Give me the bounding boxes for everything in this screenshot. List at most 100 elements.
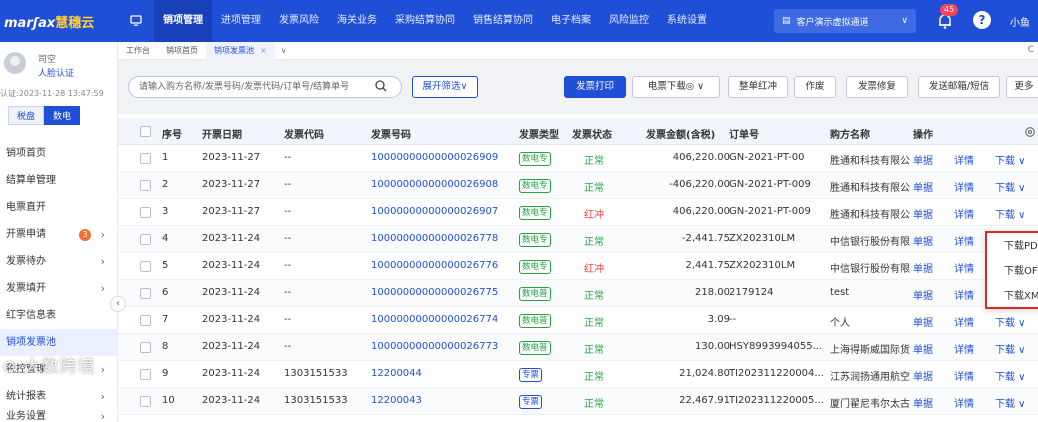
table-row[interactable]: 9 2023-11-24 1303151533 12200044 专票 正常 21,024.… [118, 361, 1038, 388]
table-row[interactable]: 5 2023-11-24 -- 10000000000000026776 数电专 红冲 2,… [118, 253, 1038, 280]
nav-system-settings[interactable]: 系统设置 [658, 0, 716, 42]
sidebar-item-reports[interactable]: 统计报表 › [0, 383, 117, 410]
nav-invoice-risk[interactable]: 发票风险 [270, 0, 328, 42]
row-checkbox[interactable] [140, 234, 151, 245]
row-checkbox[interactable] [140, 342, 151, 353]
invoice-number[interactable]: 10000000000000026776 [371, 260, 498, 271]
nav-risk-monitor[interactable]: 风险监控 [600, 0, 658, 42]
detail-link[interactable]: 详情 [954, 341, 974, 356]
void-button[interactable]: 作废 [794, 76, 836, 98]
invoice-number[interactable]: 10000000000000026774 [371, 314, 498, 325]
nav-purchase-settlement[interactable]: 采购结算协同 [386, 0, 464, 42]
voucher-link[interactable]: 单据 [913, 368, 933, 383]
nav-e-archive[interactable]: 电子档案 [542, 0, 600, 42]
sidebar-item-direct-issue[interactable]: 电票直开 [0, 194, 117, 221]
invoice-number[interactable]: 10000000000000026775 [371, 287, 498, 298]
voucher-link[interactable]: 单据 [913, 233, 933, 248]
tab-invoice-pool[interactable]: 销项发票池 × [206, 41, 275, 60]
detail-link[interactable]: 详情 [954, 395, 974, 410]
sidebar-item-fill[interactable]: 发票填开 › [0, 275, 117, 302]
detail-link[interactable]: 详情 [954, 206, 974, 221]
invoice-number[interactable]: 10000000000000026773 [371, 341, 498, 352]
detail-link[interactable]: 详情 [954, 179, 974, 194]
nav-sales-settlement[interactable]: 销售结算协同 [464, 0, 542, 42]
voucher-link[interactable]: 单据 [913, 152, 933, 167]
voucher-link[interactable]: 单据 [913, 341, 933, 356]
tabs-more-icon[interactable]: ∨ [275, 46, 293, 55]
table-row[interactable]: 6 2023-11-24 -- 10000000000000026775 数电普 正常 21… [118, 280, 1038, 307]
download-link[interactable]: 下载 ∨ [995, 314, 1026, 329]
row-checkbox[interactable] [140, 369, 151, 380]
tag-digital[interactable]: 数电 [44, 106, 81, 125]
voucher-link[interactable]: 单据 [913, 179, 933, 194]
invoice-number[interactable]: 12200043 [371, 395, 422, 406]
full-red-reverse-button[interactable]: 整单红冲 [728, 76, 788, 98]
invoice-number[interactable]: 10000000000000026778 [371, 233, 498, 244]
invoice-number[interactable]: 12200044 [371, 368, 422, 379]
download-ofd-option[interactable]: 下载OFD [987, 261, 1038, 283]
sidebar-collapse-button[interactable]: ‹ [110, 296, 126, 312]
company-select[interactable]: ▤ 客户演示虚拟通道 ∨ [774, 9, 916, 33]
search-input[interactable]: 请输入购方名称/发票号码/发票代码/订单号/结算单号 [128, 76, 402, 98]
row-checkbox[interactable] [140, 207, 151, 218]
search-icon[interactable] [374, 79, 388, 93]
more-button[interactable]: 更多 [1006, 76, 1038, 98]
detail-link[interactable]: 详情 [954, 287, 974, 302]
voucher-link[interactable]: 单据 [913, 206, 933, 221]
download-e-invoice-button[interactable]: 电票下载◎ ∨ [632, 76, 720, 98]
download-link[interactable]: 下载 ∨ [995, 206, 1026, 221]
nav-sales-management[interactable]: 销项管理 [154, 0, 212, 42]
detail-link[interactable]: 详情 [954, 314, 974, 329]
tab-workbench[interactable]: 工作台 [118, 42, 158, 60]
download-link[interactable]: 下载 ∨ [995, 341, 1026, 356]
sidebar-item-red-info[interactable]: 红字信息表 [0, 302, 117, 329]
row-checkbox[interactable] [140, 153, 151, 164]
download-link[interactable]: 下载 ∨ [995, 152, 1026, 167]
invoice-number[interactable]: 10000000000000026909 [371, 152, 498, 163]
invoice-number[interactable]: 10000000000000026908 [371, 179, 498, 190]
sidebar-item-sales-home[interactable]: 销项首页 [0, 140, 117, 167]
sidebar-item-apply[interactable]: 开票申请 3 › [0, 221, 117, 248]
expand-filter-button[interactable]: 展开筛选∨ [412, 76, 478, 98]
row-checkbox[interactable] [140, 288, 151, 299]
close-icon[interactable]: × [260, 46, 267, 55]
refresh-icon[interactable]: C [1028, 45, 1034, 55]
download-link[interactable]: 下载 ∨ [995, 179, 1026, 194]
detail-link[interactable]: 详情 [954, 368, 974, 383]
voucher-link[interactable]: 单据 [913, 260, 933, 275]
select-all-checkbox[interactable] [140, 126, 151, 137]
nav-input-management[interactable]: 进项管理 [212, 0, 270, 42]
voucher-link[interactable]: 单据 [913, 395, 933, 410]
tag-tax-disk[interactable]: 税盘 [8, 106, 45, 125]
invoice-number[interactable]: 10000000000000026907 [371, 206, 498, 217]
help-icon[interactable]: ? [973, 11, 991, 29]
voucher-link[interactable]: 单据 [913, 287, 933, 302]
table-row[interactable]: 1 2023-11-27 -- 10000000000000026909 数电专 正常 40… [118, 145, 1038, 172]
row-checkbox[interactable] [140, 396, 151, 407]
download-pdf-option[interactable]: 下载PDF [987, 236, 1038, 258]
sidebar-item-settlement[interactable]: 结算单管理 [0, 167, 117, 194]
voucher-link[interactable]: 单据 [913, 314, 933, 329]
download-link[interactable]: 下载 ∨ [995, 368, 1026, 383]
sidebar-item-biz-settings[interactable]: 业务设置 › [0, 410, 117, 422]
detail-link[interactable]: 详情 [954, 233, 974, 248]
print-invoice-button[interactable]: 发票打印 [564, 76, 626, 98]
detail-link[interactable]: 详情 [954, 152, 974, 167]
row-checkbox[interactable] [140, 315, 151, 326]
download-xml-option[interactable]: 下载XML [987, 286, 1038, 308]
detail-link[interactable]: 详情 [954, 260, 974, 275]
row-checkbox[interactable] [140, 180, 151, 191]
face-auth-link[interactable]: 人脸认证 [38, 66, 74, 79]
table-row[interactable]: 2 2023-11-27 -- 10000000000000026908 数电专 正常 -4… [118, 172, 1038, 199]
nav-customs[interactable]: 海关业务 [328, 0, 386, 42]
tab-sales-home[interactable]: 销项首页 [158, 42, 206, 60]
sidebar-item-pending[interactable]: 发票待办 › [0, 248, 117, 275]
repair-invoice-button[interactable]: 发票修复 [846, 76, 908, 98]
table-row[interactable]: 3 2023-11-27 -- 10000000000000026907 数电专 红冲 40… [118, 199, 1038, 226]
table-row[interactable]: 8 2023-11-24 -- 10000000000000026773 数电普 正常 13… [118, 334, 1038, 361]
user-menu[interactable]: 小鱼 [1010, 14, 1030, 29]
gear-icon[interactable] [1024, 126, 1036, 138]
table-row[interactable]: 4 2023-11-24 -- 10000000000000026778 数电专 正常 -2… [118, 226, 1038, 253]
table-row[interactable]: 10 2023-11-24 1303151533 12200043 专票 正常 22,467… [118, 388, 1038, 415]
monitor-icon[interactable] [118, 15, 154, 27]
